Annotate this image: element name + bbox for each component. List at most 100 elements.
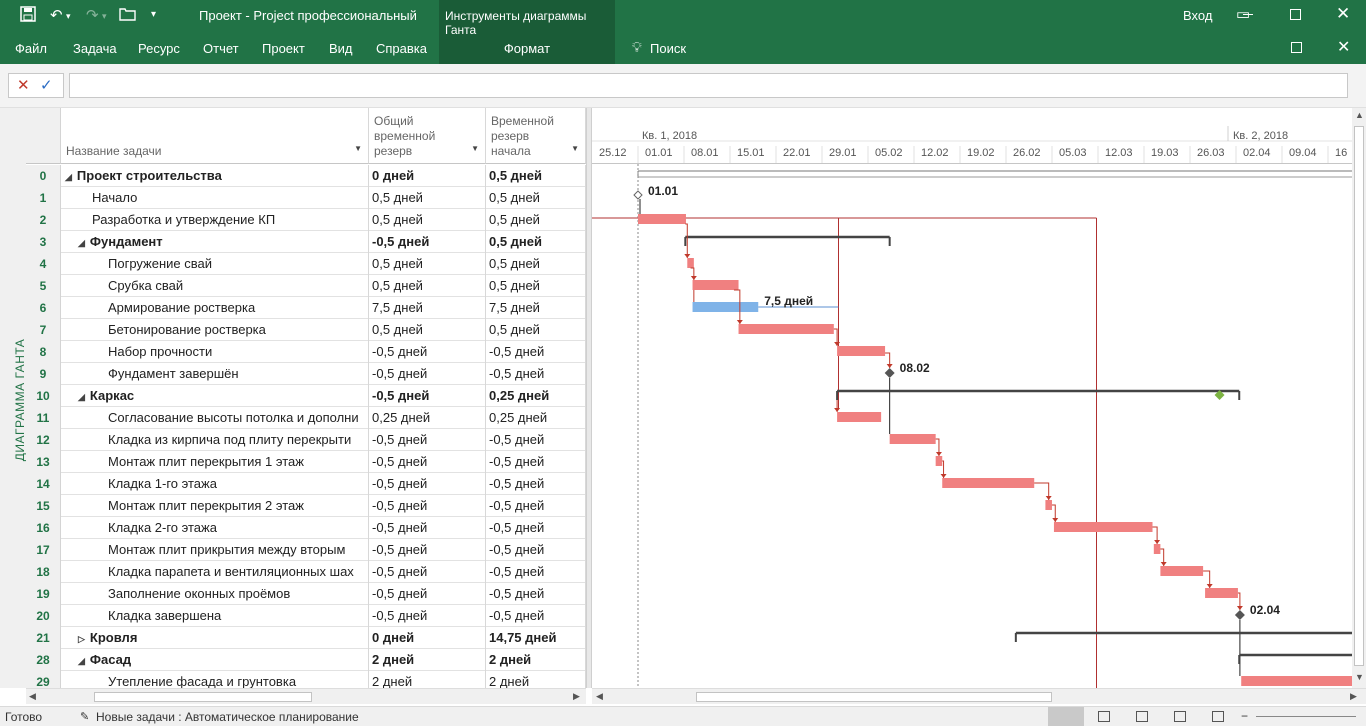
start-slack-cell[interactable]: -0,5 дней <box>486 495 586 517</box>
task-name-cell[interactable]: Набор прочности <box>62 341 369 363</box>
scroll-down-icon[interactable]: ▼ <box>1355 672 1364 682</box>
start-slack-cell[interactable]: -0,5 дней <box>486 583 586 605</box>
start-slack-cell[interactable]: 14,75 дней <box>486 627 586 649</box>
entry-field[interactable] <box>69 73 1348 98</box>
row-id[interactable]: 14 <box>26 473 61 495</box>
total-slack-cell[interactable]: -0,5 дней <box>369 495 486 517</box>
total-slack-cell[interactable]: 7,5 дней <box>369 297 486 319</box>
close-icon[interactable]: ✕ <box>1336 4 1350 24</box>
task-row[interactable]: 15 Монтаж плит перекрытия 2 этаж -0,5 дн… <box>26 495 586 517</box>
task-row[interactable]: 4 Погружение свай 0,5 дней 0,5 дней <box>26 253 586 275</box>
task-row[interactable]: 8 Набор прочности -0,5 дней -0,5 дней <box>26 341 586 363</box>
total-slack-cell[interactable]: 0,5 дней <box>369 209 486 231</box>
row-id[interactable]: 21 <box>26 627 61 649</box>
start-slack-cell[interactable]: -0,5 дней <box>486 473 586 495</box>
task-row[interactable]: 19 Заполнение оконных проёмов -0,5 дней … <box>26 583 586 605</box>
task-row[interactable]: 18 Кладка парапета и вентиляционных шах … <box>26 561 586 583</box>
task-name-cell[interactable]: Погружение свай <box>62 253 369 275</box>
report-shortcut-icon[interactable] <box>1212 711 1224 722</box>
total-slack-cell[interactable]: 0,5 дней <box>369 187 486 209</box>
tab-resource[interactable]: Ресурс <box>138 41 180 56</box>
task-name-cell[interactable]: Фундамент завершён <box>62 363 369 385</box>
zoom-slider[interactable] <box>1256 716 1356 717</box>
task-name-cell[interactable]: ◢ Фасад <box>62 649 369 671</box>
filter-dropdown-icon[interactable]: ▼ <box>471 141 479 156</box>
start-slack-cell[interactable]: -0,5 дней <box>486 363 586 385</box>
task-row[interactable]: 2 Разработка и утверждение КП 0,5 дней 0… <box>26 209 586 231</box>
start-slack-cell[interactable]: 2 дней <box>486 649 586 671</box>
total-slack-cell[interactable]: -0,5 дней <box>369 583 486 605</box>
start-slack-cell[interactable]: 0,5 дней <box>486 275 586 297</box>
task-name-cell[interactable]: ◢ Проект строительства <box>62 165 369 187</box>
scroll-up-icon[interactable]: ▲ <box>1355 110 1364 120</box>
task-name-cell[interactable]: Кладка из кирпича под плиту перекрыти <box>62 429 369 451</box>
task-name-cell[interactable]: Кладка 1-го этажа <box>62 473 369 495</box>
row-id[interactable]: 7 <box>26 319 61 341</box>
start-slack-cell[interactable]: 0,5 дней <box>486 209 586 231</box>
row-id[interactable]: 16 <box>26 517 61 539</box>
redo-icon[interactable]: ↷ <box>86 6 99 24</box>
start-slack-cell[interactable]: 0,25 дней <box>486 385 586 407</box>
redo-dropdown-icon[interactable]: ▾ <box>102 11 107 22</box>
start-slack-cell[interactable]: 0,5 дней <box>486 187 586 209</box>
task-row[interactable]: 3 ◢ Фундамент -0,5 дней 0,5 дней <box>26 231 586 253</box>
row-id[interactable]: 9 <box>26 363 61 385</box>
row-id[interactable]: 20 <box>26 605 61 627</box>
scroll-right-icon[interactable]: ▶ <box>1350 691 1357 702</box>
undo-icon[interactable]: ↶ <box>50 6 63 24</box>
task-row[interactable]: 9 Фундамент завершён -0,5 дней -0,5 дней <box>26 363 586 385</box>
open-folder-icon[interactable] <box>119 6 136 25</box>
chart-horizontal-scrollbar[interactable]: ◀ ▶ <box>592 688 1366 704</box>
row-id[interactable]: 17 <box>26 539 61 561</box>
task-mode-icon[interactable]: ✎ <box>80 710 89 723</box>
row-id[interactable]: 12 <box>26 429 61 451</box>
scroll-left-icon[interactable]: ◀ <box>29 691 36 702</box>
total-slack-cell[interactable]: -0,5 дней <box>369 231 486 253</box>
task-row[interactable]: 13 Монтаж плит перекрытия 1 этаж -0,5 дн… <box>26 451 586 473</box>
select-all-corner[interactable] <box>26 108 61 164</box>
tab-report[interactable]: Отчет <box>203 41 239 56</box>
row-id[interactable]: 15 <box>26 495 61 517</box>
total-slack-cell[interactable]: -0,5 дней <box>369 539 486 561</box>
tab-format[interactable]: Формат <box>439 41 615 56</box>
start-slack-cell[interactable]: -0,5 дней <box>486 341 586 363</box>
scroll-right-icon[interactable]: ▶ <box>573 691 580 702</box>
task-row[interactable]: 12 Кладка из кирпича под плиту перекрыти… <box>26 429 586 451</box>
total-slack-cell[interactable]: -0,5 дней <box>369 605 486 627</box>
task-name-cell[interactable]: Срубка свай <box>62 275 369 297</box>
total-slack-cell[interactable]: 2 дней <box>369 671 486 688</box>
task-row[interactable]: 14 Кладка 1-го этажа -0,5 дней -0,5 дней <box>26 473 586 495</box>
task-name-cell[interactable]: ◢ Каркас <box>62 385 369 407</box>
sheet-scroll-thumb[interactable] <box>94 692 312 702</box>
task-row[interactable]: 6 Армирование ростверка 7,5 дней 7,5 дне… <box>26 297 586 319</box>
tab-file[interactable]: Файл <box>15 41 47 56</box>
collapse-toggle-icon[interactable]: ◢ <box>78 238 85 248</box>
tab-task[interactable]: Задача <box>73 41 117 56</box>
tab-project[interactable]: Проект <box>262 41 305 56</box>
collapse-toggle-icon[interactable]: ◢ <box>78 392 85 402</box>
task-row[interactable]: 16 Кладка 2-го этажа -0,5 дней -0,5 дней <box>26 517 586 539</box>
task-name-cell[interactable]: Монтаж плит прикрытия между вторым <box>62 539 369 561</box>
start-slack-cell[interactable]: -0,5 дней <box>486 539 586 561</box>
task-usage-shortcut-icon[interactable] <box>1098 711 1110 722</box>
total-slack-cell[interactable]: -0,5 дней <box>369 561 486 583</box>
collapse-toggle-icon[interactable]: ◢ <box>65 172 72 182</box>
start-slack-cell[interactable]: -0,5 дней <box>486 517 586 539</box>
collapse-toggle-icon[interactable]: ◢ <box>78 656 85 666</box>
row-id[interactable]: 4 <box>26 253 61 275</box>
zoom-out-icon[interactable]: − <box>1241 709 1248 723</box>
task-name-cell[interactable]: Кладка 2-го этажа <box>62 517 369 539</box>
gantt-chart[interactable]: Кв. 1, 2018 Кв. 2, 2018 25.12 01.01 08.01 15.… <box>592 108 1352 688</box>
total-slack-cell[interactable]: 0 дней <box>369 165 486 187</box>
total-slack-cell[interactable]: -0,5 дней <box>369 451 486 473</box>
start-slack-cell[interactable]: 0,5 дней <box>486 253 586 275</box>
total-slack-cell[interactable]: 0,5 дней <box>369 253 486 275</box>
row-id[interactable]: 8 <box>26 341 61 363</box>
cancel-entry-icon[interactable]: ✕ <box>17 76 30 94</box>
row-id[interactable]: 6 <box>26 297 61 319</box>
tell-me-search[interactable]: Поиск <box>650 41 686 56</box>
vertical-scroll-thumb[interactable] <box>1354 126 1364 666</box>
total-slack-cell[interactable]: 0,5 дней <box>369 275 486 297</box>
row-id[interactable]: 18 <box>26 561 61 583</box>
total-slack-cell[interactable]: -0,5 дней <box>369 429 486 451</box>
